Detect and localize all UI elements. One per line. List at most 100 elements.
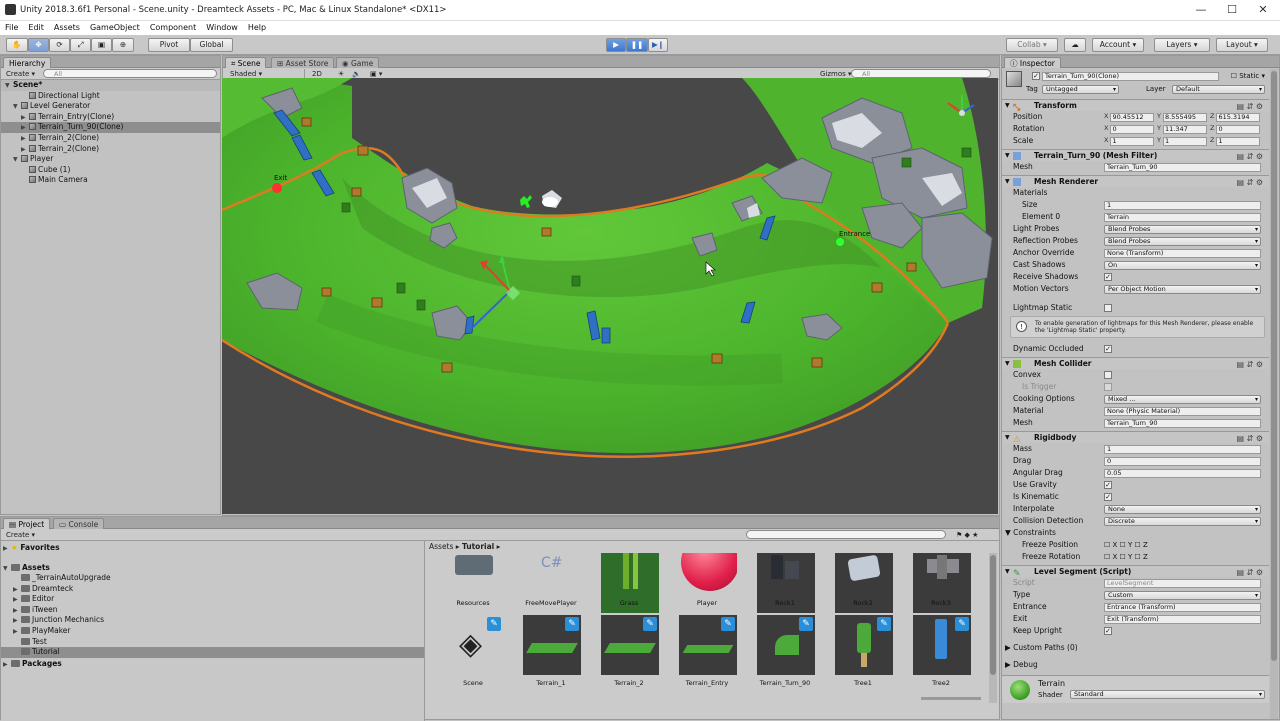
cooking-options-dropdown[interactable]: Mixed ... <box>1104 394 1261 404</box>
rotation-y-field[interactable]: Y 11.347 <box>1157 124 1207 134</box>
mesh-collider-header[interactable]: ▼ Mesh Collider ▤ ⇵ ⚙ <box>1002 357 1269 369</box>
position-y-field[interactable]: Y 8.555495 <box>1157 112 1207 122</box>
hierarchy-create-dropdown[interactable]: Create ▾ <box>3 69 38 79</box>
project-search-input[interactable] <box>746 530 946 539</box>
tab-scene[interactable]: ⌗ Scene <box>225 57 267 68</box>
collab-button[interactable]: Collab ▾ <box>1006 38 1058 52</box>
breadcrumb-tutorial[interactable]: Tutorial <box>462 542 494 551</box>
folder-item[interactable]: ▶ Junction Mechanics <box>1 615 424 626</box>
anchor-override-field[interactable]: None (Transform) <box>1104 248 1261 258</box>
hierarchy-search-input[interactable]: All <box>43 69 217 78</box>
hierarchy-item[interactable]: ▼ Player <box>1 154 220 165</box>
transform-tool-icon[interactable]: ⊕ <box>112 38 134 52</box>
level-segment-header[interactable]: ▼ ✎ Level Segment (Script) ▤ ⇵ ⚙ <box>1002 565 1269 579</box>
element0-field[interactable]: Terrain <box>1104 212 1261 222</box>
motion-vectors-dropdown[interactable]: Per Object Motion <box>1104 284 1261 294</box>
is-kinematic-checkbox[interactable]: ✓ <box>1104 493 1112 501</box>
pause-button[interactable]: ❚❚ <box>626 38 648 52</box>
collider-mesh-field[interactable]: Terrain_Turn_90 <box>1104 418 1261 428</box>
light-probes-dropdown[interactable]: Blend Probes <box>1104 224 1261 234</box>
menu-gameobject[interactable]: GameObject <box>85 21 145 35</box>
position-z-field[interactable]: Z 615.3194 <box>1210 112 1261 122</box>
menu-help[interactable]: Help <box>243 21 271 35</box>
receive-shadows-checkbox[interactable]: ✓ <box>1104 273 1112 281</box>
minimize-icon[interactable]: — <box>1186 2 1216 18</box>
type-dropdown[interactable]: Custom <box>1104 590 1261 600</box>
pivot-toggle[interactable]: Pivot <box>148 38 190 52</box>
constraints-row[interactable]: ▼ Constraints <box>1002 527 1269 539</box>
thumb-size-slider[interactable] <box>921 697 981 700</box>
size-field[interactable]: 1 <box>1104 200 1261 210</box>
mesh-filter-mesh-field[interactable]: Terrain_Turn_90 <box>1104 162 1261 172</box>
favorites-node[interactable]: ▶ ★ Favorites <box>1 543 424 554</box>
freeze-position-checkboxes[interactable]: ☐ X ☐ Y ☐ Z <box>1104 539 1148 551</box>
asset-terrain-2[interactable]: ✎ Terrain_2 <box>595 615 663 695</box>
folder-item[interactable]: _TerrainAutoUpgrade <box>1 573 424 584</box>
exit-field[interactable]: Exit (Transform) <box>1104 614 1261 624</box>
asset-tree1[interactable]: ✎ Tree1 <box>829 615 897 695</box>
folder-item[interactable]: ▶ Editor <box>1 594 424 605</box>
filter-icons[interactable]: ⚑ ◆ ★ <box>953 530 981 540</box>
rotation-x-field[interactable]: X0 <box>1104 124 1155 134</box>
shader-dropdown[interactable]: Standard <box>1070 690 1265 699</box>
convex-checkbox[interactable] <box>1104 371 1112 379</box>
hierarchy-item[interactable]: ▶ Terrain_Entry(Clone) <box>1 112 220 123</box>
hierarchy-item[interactable]: Cube (1) <box>1 165 220 176</box>
active-checkbox[interactable]: ✓ <box>1032 72 1040 80</box>
hierarchy-item[interactable]: ▶ Terrain_Turn_90(Clone) <box>1 122 220 133</box>
keep-upright-checkbox[interactable]: ✓ <box>1104 627 1112 635</box>
menu-assets[interactable]: Assets <box>49 21 85 35</box>
hierarchy-item[interactable]: Directional Light <box>1 91 220 102</box>
asset-terrain-1[interactable]: ✎ Terrain_1 <box>517 615 585 695</box>
layout-dropdown[interactable]: Layout ▾ <box>1216 38 1268 52</box>
move-tool-icon[interactable]: ✥ <box>28 38 49 52</box>
hand-tool-icon[interactable]: ✋ <box>6 38 28 52</box>
drag-field[interactable]: 0 <box>1104 456 1261 466</box>
folder-item[interactable]: ▶ PlayMaker <box>1 626 424 637</box>
rotate-tool-icon[interactable]: ⟳ <box>49 38 70 52</box>
angular-drag-field[interactable]: 0.05 <box>1104 468 1261 478</box>
inspector-scrollbar[interactable] <box>1270 69 1278 719</box>
tab-inspector[interactable]: ⓘ Inspector <box>1004 57 1061 68</box>
scene-root[interactable]: ▼ Scene* <box>1 80 220 91</box>
global-toggle[interactable]: Global <box>190 38 233 52</box>
tab-hierarchy[interactable]: Hierarchy <box>3 57 52 68</box>
maximize-icon[interactable]: ☐ <box>1217 2 1247 18</box>
menu-component[interactable]: Component <box>145 21 201 35</box>
lightmap-static-checkbox[interactable] <box>1104 304 1112 312</box>
debug-row[interactable]: ▶ Debug <box>1002 659 1269 671</box>
freeze-rotation-checkboxes[interactable]: ☐ X ☐ Y ☐ Z <box>1104 551 1148 563</box>
materials-row[interactable]: Materials <box>1002 187 1269 199</box>
reflection-probes-dropdown[interactable]: Blend Probes <box>1104 236 1261 246</box>
rect-tool-icon[interactable]: ▣ <box>91 38 112 52</box>
menu-file[interactable]: File <box>0 21 23 35</box>
menu-edit[interactable]: Edit <box>23 21 49 35</box>
account-dropdown[interactable]: Account ▾ <box>1092 38 1144 52</box>
folder-item[interactable]: ▶ Dreamteck <box>1 584 424 595</box>
scale-y-field[interactable]: Y1 <box>1157 136 1207 146</box>
collider-material-field[interactable]: None (Physic Material) <box>1104 406 1261 416</box>
layer-dropdown[interactable]: Default <box>1172 85 1265 94</box>
project-create-dropdown[interactable]: Create ▾ <box>3 530 38 540</box>
interpolate-dropdown[interactable]: None <box>1104 504 1261 514</box>
collision-detection-dropdown[interactable]: Discrete <box>1104 516 1261 526</box>
scale-x-field[interactable]: X1 <box>1104 136 1155 146</box>
scale-z-field[interactable]: Z1 <box>1210 136 1261 146</box>
mesh-filter-header[interactable]: ▼ Terrain_Turn_90 (Mesh Filter) ▤ ⇵ ⚙ <box>1002 149 1269 161</box>
mass-field[interactable]: 1 <box>1104 444 1261 454</box>
close-icon[interactable]: ✕ <box>1248 2 1278 18</box>
hierarchy-item[interactable]: ▶ Terrain_2(Clone) <box>1 133 220 144</box>
layers-dropdown[interactable]: Layers ▾ <box>1154 38 1210 52</box>
hierarchy-item[interactable]: ▶ Terrain_2(Clone) <box>1 144 220 155</box>
transform-header[interactable]: ▼ ⤡ Transform ▤ ⇵ ⚙ <box>1002 99 1269 113</box>
step-button[interactable]: ▶❙ <box>648 38 668 52</box>
use-gravity-checkbox[interactable]: ✓ <box>1104 481 1112 489</box>
scene-search-input[interactable]: All <box>851 69 991 78</box>
folder-item[interactable]: Tutorial <box>1 647 424 658</box>
scene-viewport[interactable]: Exit Entrance <box>222 78 998 514</box>
dynamic-occluded-checkbox[interactable]: ✓ <box>1104 345 1112 353</box>
custom-paths-row[interactable]: ▶ Custom Paths (0) <box>1002 642 1269 654</box>
position-x-field[interactable]: X 90.45512 <box>1104 112 1155 122</box>
tab-console[interactable]: ▭ Console <box>53 518 105 529</box>
folder-item[interactable]: ▶ iTween <box>1 605 424 616</box>
